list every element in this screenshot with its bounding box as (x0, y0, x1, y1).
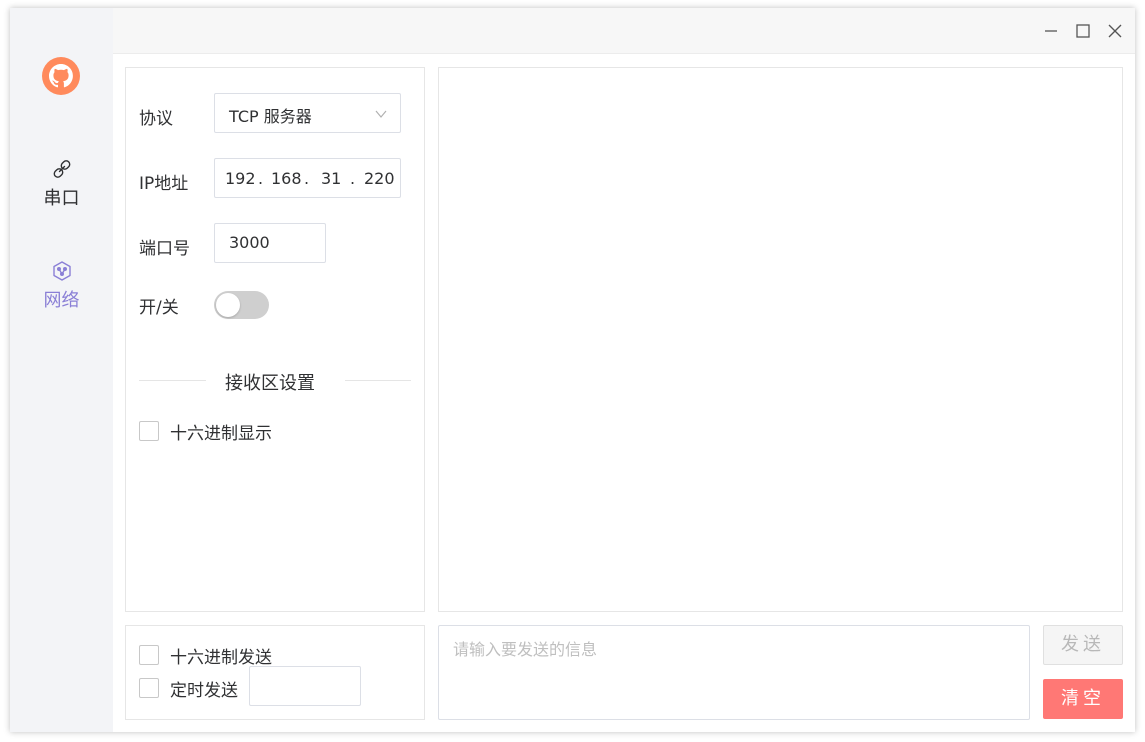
ip-separator: . (304, 169, 310, 188)
maximize-icon (1076, 24, 1090, 38)
protocol-label: 协议 (139, 109, 173, 129)
sidebar-item-network[interactable]: 网络 (10, 260, 113, 312)
receive-section-title: 接收区设置 (225, 373, 315, 394)
checkbox-box[interactable] (139, 678, 159, 698)
sidebar: 串口 网络 (10, 8, 113, 732)
send-button[interactable]: 发送 (1043, 625, 1123, 665)
ip-segment[interactable]: 192 (225, 169, 256, 188)
chevron-down-icon (375, 110, 387, 118)
ip-segment[interactable]: 168 (271, 169, 302, 188)
checkbox-box[interactable] (139, 421, 159, 441)
ip-segment[interactable]: 220 (364, 169, 395, 188)
checkbox-label: 十六进制显示 (170, 424, 272, 444)
send-interval-input[interactable] (249, 666, 361, 706)
settings-panel: 协议 TCP 服务器 IP地址 192 . 168 . 31 . 220 端口号… (125, 67, 425, 612)
ip-label: IP地址 (139, 174, 189, 194)
checkbox-label: 十六进制发送 (170, 648, 272, 668)
checkbox-box[interactable] (139, 645, 159, 665)
message-input[interactable] (438, 625, 1030, 720)
toggle-label: 开/关 (139, 298, 179, 318)
toggle-knob (216, 293, 240, 317)
clear-button[interactable]: 清空 (1043, 679, 1123, 719)
port-label: 端口号 (139, 239, 190, 259)
protocol-select[interactable]: TCP 服务器 (214, 93, 401, 133)
ip-segment[interactable]: 31 (321, 169, 341, 188)
ip-separator: . (258, 169, 264, 188)
sidebar-item-serial[interactable]: 串口 (10, 158, 113, 210)
minimize-button[interactable] (1040, 20, 1062, 42)
port-input[interactable]: 3000 (214, 223, 326, 263)
sidebar-item-label: 串口 (43, 188, 80, 209)
minimize-icon (1045, 30, 1057, 32)
ip-address-input[interactable]: 192 . 168 . 31 . 220 (214, 158, 401, 198)
close-button[interactable] (1104, 20, 1126, 42)
connection-toggle[interactable] (214, 291, 269, 319)
github-icon[interactable] (42, 57, 80, 95)
divider (345, 380, 411, 381)
ip-separator: . (350, 169, 356, 188)
divider (139, 380, 206, 381)
message-textarea[interactable] (439, 626, 1029, 719)
app-window: 串口 网络 协议 TCP 服务器 IP地址 192 . 168 . 31 . 2… (10, 8, 1135, 732)
title-bar (113, 8, 1135, 54)
protocol-value: TCP 服务器 (229, 107, 312, 126)
link-icon (53, 160, 70, 178)
checkbox-label: 定时发送 (170, 681, 238, 701)
receive-output-area[interactable] (438, 67, 1123, 612)
send-options-panel: 十六进制发送 定时发送 (125, 625, 425, 720)
network-hexagon-icon (52, 261, 71, 281)
close-icon (1108, 24, 1122, 38)
maximize-button[interactable] (1072, 20, 1094, 42)
sidebar-item-label: 网络 (43, 290, 80, 311)
